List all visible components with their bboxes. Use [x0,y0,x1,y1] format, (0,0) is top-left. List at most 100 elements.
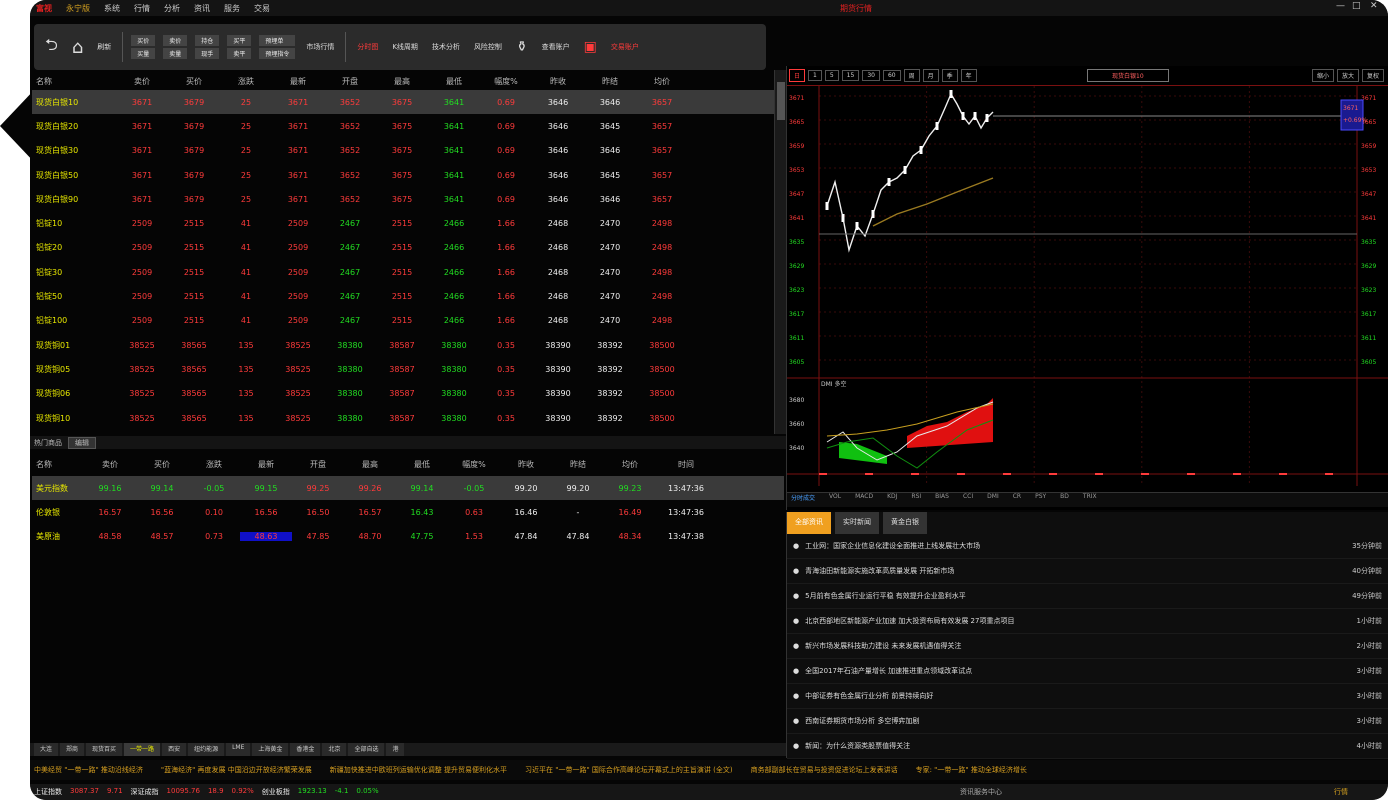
indicator-tab[interactable]: VOL [829,493,841,507]
preset-group[interactable]: 预埋单 预埋指令 [259,35,296,59]
market-tab[interactable]: 香港金 [290,743,321,756]
ask-group[interactable]: 卖价 卖量 [163,35,188,59]
menu-news[interactable]: 资讯 [194,3,210,14]
monitor-icon[interactable]: ▣ [581,37,600,57]
news-title[interactable]: 西南证券期货市场分析 多空博弈加剧 [805,716,919,726]
table-row[interactable]: 现货铜05 38525 38565 135 38525 38380 38587 38380 0.… [32,357,784,381]
position-button[interactable]: 持仓 [195,35,220,46]
indicator-tab[interactable]: CCI [963,493,973,507]
market-tab[interactable]: 上海黄金 [252,743,289,756]
indicator-tab[interactable]: CR [1013,493,1021,507]
period-tab[interactable]: 月 [922,69,939,82]
column-header[interactable]: 卖价 [116,76,168,87]
column-header[interactable]: 昨结 [552,459,604,470]
ticker-item[interactable]: 商务部副部长在贸易与投资促进论坛上发表讲话 [751,765,898,775]
instrument-name[interactable]: 铝锭100 [32,315,116,326]
maximize-icon[interactable]: □ [1352,1,1361,11]
instrument-name[interactable]: 现货铜05 [32,364,116,375]
table-row[interactable]: 铝锭30 2509 2515 41 2509 2467 2515 2466 1.66 2468 24… [32,260,784,284]
table-row[interactable]: 铝锭20 2509 2515 41 2509 2467 2515 2466 1.66 2468 24… [32,236,784,260]
ticker-item[interactable]: 习近平在 "一带一路" 国际合作高峰论坛开幕式上的主旨演讲 (全文) [525,765,733,775]
table-row[interactable]: 现货铜06 38525 38565 135 38525 38380 38587 38380 0.… [32,382,784,406]
indicator-tab[interactable]: BIAS [935,493,949,507]
close-icon[interactable]: ✕ [1370,1,1378,11]
table-row[interactable]: 铝锭10 2509 2515 41 2509 2467 2515 2466 1.66 2468 24… [32,211,784,235]
news-title[interactable]: 新兴市场发展科技助力建设 未来发展机遇值得关注 [805,641,961,651]
column-header[interactable]: 开盘 [324,76,376,87]
news-title[interactable]: 工业网：国家企业信息化建设全面推进上线发展壮大市场 [805,541,980,551]
scroll-thumb[interactable] [777,82,785,120]
column-header[interactable]: 开盘 [292,459,344,470]
news-item[interactable]: ● 全国2017年石油产量增长 加速推进重点领域改革试点 3小时前 [787,659,1388,684]
menu-quote[interactable]: 行情 [134,3,150,14]
news-item[interactable]: ● 北京西部地区新能源产业加速 加大投资布局有效发展 27项重点项目 1小时前 [787,609,1388,634]
column-header[interactable]: 涨跌 [188,459,240,470]
period-tab[interactable]: 周 [903,69,920,82]
column-header[interactable]: 最低 [428,76,480,87]
market-tab[interactable]: 北京 [322,743,347,756]
kline-period-button[interactable]: K线周期 [389,37,421,57]
zoom-button[interactable]: 缩小 [1311,69,1334,82]
menu-trade[interactable]: 交易 [254,3,270,14]
market-tab[interactable]: 现货百买 [86,743,123,756]
ask-volume-button[interactable]: 卖量 [163,48,188,59]
period-tab[interactable]: 季 [941,69,958,82]
market-tab[interactable]: 郑商 [60,743,85,756]
trade-account-button[interactable]: 交易账户 [608,37,642,57]
period-tab[interactable]: 5 [824,70,839,81]
instrument-name[interactable]: 现货白银10 [32,97,116,108]
preset-order-button[interactable]: 预埋单 [259,35,296,46]
market-tab[interactable]: LME [226,743,251,756]
column-header[interactable]: 昨结 [584,76,636,87]
ticker-item[interactable]: "蓝海经济" 再度发展 中国沿边开放经济繁荣发展 [161,765,312,775]
refresh-button[interactable]: 刷新 [94,37,114,57]
column-header[interactable]: 买价 [136,459,188,470]
zoom-button[interactable]: 放大 [1336,69,1359,82]
instrument-name[interactable]: 现货白银20 [32,121,116,132]
indicator-tab[interactable]: BD [1060,493,1069,507]
zoom-button[interactable]: 复权 [1361,69,1384,82]
column-header[interactable]: 幅度% [448,459,500,470]
market-tab[interactable]: 全部自选 [348,743,385,756]
market-tab[interactable]: 大连 [34,743,59,756]
column-header[interactable]: 买价 [168,76,220,87]
instrument-name[interactable]: 现货铜01 [32,340,116,351]
indicator-tab[interactable]: PSY [1035,493,1046,507]
menu-analysis[interactable]: 分析 [164,3,180,14]
column-header[interactable]: 名称 [32,459,84,470]
news-item[interactable]: ● 新兴市场发展科技助力建设 未来发展机遇值得关注 2小时前 [787,634,1388,659]
instrument-name[interactable]: 现货白银30 [32,145,116,156]
news-title[interactable]: 北京西部地区新能源产业加速 加大投资布局有效发展 27项重点项目 [805,616,1014,626]
view-account-button[interactable]: 查看账户 [539,37,573,57]
market-tab[interactable]: 西安 [162,743,187,756]
news-title[interactable]: 新闻：为什么资源类股票值得关注 [805,741,910,751]
instrument-name[interactable]: 美元指数 [32,483,84,494]
market-tab[interactable]: 港 [386,743,405,756]
timeshare-button[interactable]: 分时图 [354,37,381,57]
table-row[interactable]: 现货铜10 38525 38565 135 38525 38380 38587 38380 0.… [32,406,784,430]
period-tab[interactable]: 60 [882,70,901,81]
market-tab[interactable]: 纽约能源 [188,743,225,756]
buy-close-button[interactable]: 买平 [227,35,252,46]
indicator-tab[interactable]: KDJ [887,493,897,507]
bottle-icon[interactable]: ⚱ [513,37,531,57]
news-item[interactable]: ● 青海油田新能源实施改革高质量发展 开拓新市场 40分钟前 [787,559,1388,584]
table-row[interactable]: 美元指数 99.16 99.14 -0.05 99.15 99.25 99.26 99.14 -… [32,476,784,500]
news-item[interactable]: ● 新闻：为什么资源类股票值得关注 4小时前 [787,734,1388,759]
ask-price-button[interactable]: 卖价 [163,35,188,46]
risk-control-button[interactable]: 风险控制 [471,37,505,57]
column-header[interactable]: 时间 [656,459,716,470]
column-header[interactable]: 最新 [272,76,324,87]
instrument-name[interactable]: 现货铜10 [32,413,116,424]
period-tab[interactable]: 日 [789,69,806,82]
column-header[interactable]: 卖价 [84,459,136,470]
news-title[interactable]: 5月前有色金属行业运行平稳 有效提升企业盈利水平 [805,591,966,601]
current-hand-button[interactable]: 现手 [195,48,220,59]
indicator-tab[interactable]: DMI [987,493,999,507]
news-title[interactable]: 中部证券有色金属行业分析 前景持续向好 [805,691,933,701]
column-header[interactable]: 均价 [604,459,656,470]
column-header[interactable]: 最高 [376,76,428,87]
news-item[interactable]: ● 西南证券期货市场分析 多空博弈加剧 3小时前 [787,709,1388,734]
ticker-item[interactable]: 新疆加快推进中欧班列运输优化调整 提升贸易便利化水平 [330,765,507,775]
news-tab[interactable]: 黄金白银 [883,512,927,534]
